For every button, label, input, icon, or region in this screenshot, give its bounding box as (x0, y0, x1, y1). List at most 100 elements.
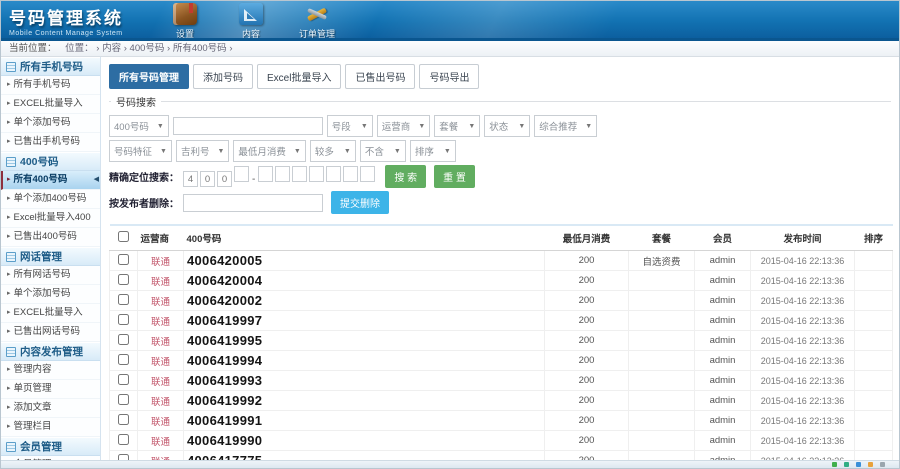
member-cell: admin (695, 431, 751, 451)
filter-select[interactable]: 排序▼ (410, 140, 456, 162)
digit-box-input[interactable] (292, 166, 307, 182)
filter-select[interactable]: 运营商▼ (377, 115, 430, 137)
sidebar-item[interactable]: ▸单个添加号码 (1, 114, 100, 133)
digit-box-input[interactable]: 0 (217, 171, 232, 187)
select-all-checkbox[interactable] (118, 231, 129, 242)
header-nav-settings[interactable]: 设置 (161, 3, 209, 40)
tab-item[interactable]: 添加号码 (193, 64, 253, 89)
sidebar-section-title: 400号码 (20, 153, 59, 171)
header-nav-orders[interactable]: 订单管理 (293, 3, 341, 40)
arrow-right-icon: ▸ (7, 399, 11, 417)
publisher-delete-input[interactable] (183, 194, 323, 212)
row-checkbox[interactable] (118, 314, 129, 325)
sidebar-section-header[interactable]: 网话管理 (1, 247, 100, 266)
filter-select[interactable]: 不含▼ (360, 140, 406, 162)
filter-select[interactable]: 套餐▼ (434, 115, 480, 137)
sidebar-section-header[interactable]: 所有手机号码 (1, 57, 100, 76)
fee-cell: 200 (545, 371, 629, 391)
digit-box-input[interactable] (360, 166, 375, 182)
row-checkbox[interactable] (118, 394, 129, 405)
sidebar-item[interactable]: ▸已售出手机号码 (1, 133, 100, 152)
tab-item[interactable]: 已售出号码 (345, 64, 415, 89)
submit-delete-button[interactable]: 提交删除 (331, 191, 389, 214)
publisher-delete-row: 按发布者删除： 提交删除 (109, 191, 891, 214)
arrow-right-icon: ▸ (7, 190, 11, 208)
col-header-member: 会员 (695, 225, 751, 251)
breadcrumb-label: 当前位置： (9, 43, 57, 54)
sidebar-item[interactable]: ▸所有网话号码 (1, 266, 100, 285)
number-type-select[interactable]: 400号码▼ (109, 115, 169, 137)
row-checkbox[interactable] (118, 274, 129, 285)
row-checkbox[interactable] (118, 294, 129, 305)
filter-select-label: 较多 (315, 144, 334, 158)
tab-active[interactable]: 所有号码管理 (109, 64, 189, 89)
sidebar-item[interactable]: ▸单个添加号码 (1, 285, 100, 304)
sidebar-item[interactable]: ▸已售出网话号码 (1, 323, 100, 342)
table-header-row: 运营商400号码最低月消费套餐会员发布时间排序 (110, 225, 893, 251)
digit-box-input[interactable] (258, 166, 273, 182)
filter-select-label: 最低月消费 (238, 144, 286, 158)
table-row: 联通4006420002200admin2015-04-16 22:13:36 (110, 291, 893, 311)
row-checkbox[interactable] (118, 374, 129, 385)
digit-box-input[interactable] (343, 166, 358, 182)
filter-select[interactable]: 号码特征▼ (109, 140, 172, 162)
sidebar-item[interactable]: ▸单个添加400号码 (1, 190, 100, 209)
digit-box-input[interactable] (275, 166, 290, 182)
arrow-right-icon: ▸ (7, 323, 11, 341)
sidebar-item-label: 管理栏目 (14, 418, 52, 436)
row-checkbox-cell (110, 351, 138, 371)
row-checkbox-cell (110, 291, 138, 311)
row-checkbox[interactable] (118, 414, 129, 425)
filter-select[interactable]: 较多▼ (310, 140, 356, 162)
sidebar-item[interactable]: ▸所有手机号码 (1, 76, 100, 95)
filter-select[interactable]: 吉利号▼ (176, 140, 229, 162)
header-nav-label: 设置 (161, 27, 209, 40)
search-button[interactable]: 搜 索 (385, 165, 426, 188)
sidebar-item-active[interactable]: ▸所有400号码◀ (1, 171, 100, 190)
row-checkbox[interactable] (118, 334, 129, 345)
breadcrumb-path: 位置： › 内容 › 400号码 › 所有400号码 › (65, 43, 232, 54)
row-checkbox[interactable] (118, 434, 129, 445)
arrow-right-icon: ▸ (7, 418, 11, 436)
sidebar-item[interactable]: ▸管理栏目 (1, 418, 100, 437)
sidebar-item[interactable]: ▸已售出400号码 (1, 228, 100, 247)
keyword-input[interactable] (173, 117, 323, 135)
reset-button[interactable]: 重 置 (434, 165, 475, 188)
filter-select[interactable]: 最低月消费▼ (233, 140, 305, 162)
filter-select[interactable]: 状态▼ (484, 115, 530, 137)
row-checkbox[interactable] (118, 354, 129, 365)
select-all-header (110, 225, 138, 251)
digit-box-input[interactable] (326, 166, 341, 182)
sidebar: 所有手机号码▸所有手机号码▸EXCEL批量导入▸单个添加号码▸已售出手机号码40… (1, 57, 101, 467)
sidebar-section-header[interactable]: 会员管理 (1, 437, 100, 456)
digit-box-input[interactable]: 0 (200, 171, 215, 187)
taskbar-icons (832, 462, 885, 467)
current-marker-icon: ◀ (94, 171, 99, 189)
sidebar-item[interactable]: ▸EXCEL批量导入 (1, 95, 100, 114)
row-checkbox[interactable] (118, 254, 129, 265)
digit-box-input[interactable]: 4 (183, 171, 198, 187)
filter-select[interactable]: 号段▼ (327, 115, 373, 137)
digit-box-input[interactable] (309, 166, 324, 182)
status-dot-icon (844, 462, 849, 467)
sidebar-section-header[interactable]: 400号码 (1, 152, 100, 171)
tab-item[interactable]: Excel批量导入 (257, 64, 341, 89)
sidebar-item[interactable]: ▸单页管理 (1, 380, 100, 399)
brand: 号码管理系统 Mobile Content Manage System (9, 4, 123, 37)
sidebar-item[interactable]: ▸Excel批量导入400 (1, 209, 100, 228)
sidebar-section-header[interactable]: 内容发布管理 (1, 342, 100, 361)
numbers-table: 运营商400号码最低月消费套餐会员发布时间排序 联通4006420005200自… (109, 224, 893, 467)
sidebar-item-label: 所有手机号码 (14, 76, 71, 94)
tab-item[interactable]: 号码导出 (419, 64, 479, 89)
breadcrumb: 当前位置： 位置： › 内容 › 400号码 › 所有400号码 › (1, 41, 899, 57)
precise-search-label: 精确定位搜索： (109, 169, 179, 184)
fee-cell: 200 (545, 291, 629, 311)
digit-box-input[interactable] (234, 166, 249, 182)
member-cell: admin (695, 391, 751, 411)
sidebar-item[interactable]: ▸管理内容 (1, 361, 100, 380)
header-nav-content[interactable]: 内容 (227, 3, 275, 40)
sidebar-item[interactable]: ▸EXCEL批量导入 (1, 304, 100, 323)
filter-select[interactable]: 综合推荐▼ (534, 115, 597, 137)
table-row: 联通4006420004200admin2015-04-16 22:13:36 (110, 271, 893, 291)
sidebar-item[interactable]: ▸添加文章 (1, 399, 100, 418)
